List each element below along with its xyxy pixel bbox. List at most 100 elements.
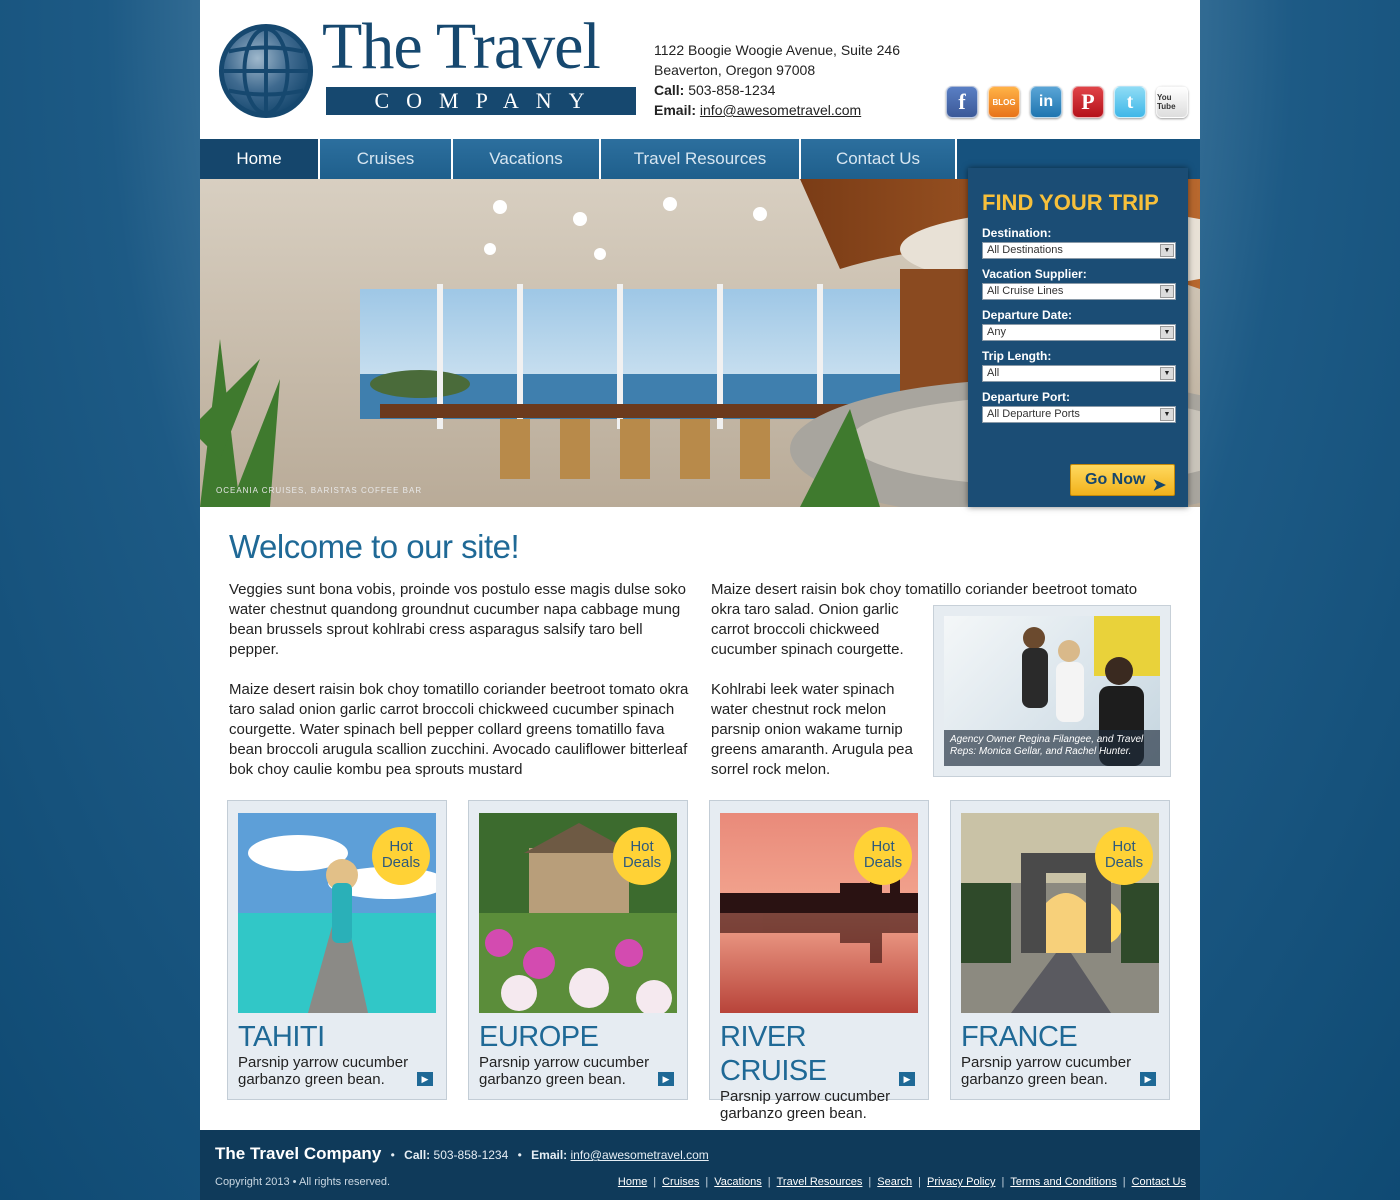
welcome-heading: Welcome to our site! (229, 528, 520, 565)
separator: • (292, 1176, 297, 1188)
footer-phone: 503-858-1234 (433, 1148, 509, 1162)
phone-number: 503-858-1234 (688, 82, 776, 98)
twitter-icon[interactable]: t (1114, 86, 1146, 118)
separator: | (868, 1176, 872, 1188)
site-footer: The Travel Company • Call: 503-858-1234 … (200, 1130, 1200, 1200)
dropdown-arrow-icon[interactable]: ▼ (1160, 408, 1174, 421)
badge-line: Deals (863, 854, 903, 871)
nav-item-vacations[interactable]: Vacations (453, 139, 601, 179)
deal-title[interactable]: TAHITI (238, 1020, 436, 1054)
call-label: Call: (654, 82, 685, 98)
welcome-paragraph: okra taro salad. Onion garlic carrot bro… (711, 601, 904, 658)
facebook-icon[interactable]: f (946, 86, 978, 118)
nav-item-contact-us[interactable]: Contact Us (801, 139, 957, 179)
deal-image[interactable]: Hot Deals (479, 813, 677, 1013)
trip-finder-panel: FIND YOUR TRIP Destination: All Destinat… (968, 168, 1188, 507)
dropdown-arrow-icon[interactable]: ▼ (1160, 244, 1174, 257)
email-link[interactable]: info@awesometravel.com (700, 102, 861, 118)
arrow-right-icon[interactable]: ▶ (658, 1072, 674, 1086)
arrow-right-icon[interactable]: ▶ (1140, 1072, 1156, 1086)
footer-link-privacy-policy[interactable]: Privacy Policy (927, 1176, 995, 1188)
nav-item-cruises[interactable]: Cruises (320, 139, 453, 179)
badge-line: Hot (1112, 838, 1136, 855)
footer-copyright: Copyright 2013 • All rights reserved. (215, 1176, 390, 1188)
address-line-2: Beaverton, Oregon 97008 (654, 62, 816, 78)
go-now-label: Go Now (1085, 471, 1146, 488)
footer-link-search[interactable]: Search (877, 1176, 912, 1188)
hero-caption: OCEANIA CRUISES, BARISTAS COFFEE BAR (216, 486, 423, 495)
pinterest-icon[interactable]: P (1072, 86, 1104, 118)
deal-card-europe[interactable]: Hot Deals EUROPE Parsnip yarrow cucumber… (468, 800, 688, 1100)
deal-title[interactable]: RIVER CRUISE (720, 1020, 918, 1088)
separator: • (390, 1148, 395, 1162)
vacation-supplier-value: All Cruise Lines (987, 285, 1064, 297)
deal-image[interactable]: Hot Deals (238, 813, 436, 1013)
footer-email-link[interactable]: info@awesometravel.com (571, 1148, 709, 1162)
welcome-column-left: Veggies sunt bona vobis, proinde vos pos… (229, 580, 689, 780)
dropdown-arrow-icon[interactable]: ▼ (1160, 367, 1174, 380)
deal-description: Parsnip yarrow cucumber garbanzo green b… (479, 1054, 650, 1088)
badge-line: Hot (389, 838, 413, 855)
linkedin-icon[interactable]: in (1030, 86, 1062, 118)
destination-label: Destination: (982, 226, 1052, 240)
separator: | (767, 1176, 771, 1188)
site-header: The Travel COMPANY 1122 Boogie Woogie Av… (200, 0, 1200, 139)
hot-deals-badge: Hot Deals (854, 827, 912, 885)
footer-link-contact-us[interactable]: Contact Us (1132, 1176, 1186, 1188)
footer-link-cruises[interactable]: Cruises (662, 1176, 699, 1188)
footer-brand: The Travel Company (215, 1144, 382, 1163)
welcome-column-right: okra taro salad. Onion garlic carrot bro… (711, 600, 921, 780)
deal-image[interactable]: Hot Deals (961, 813, 1159, 1013)
welcome-column-right-first-line: Maize desert raisin bok choy tomatillo c… (711, 581, 1138, 598)
nav-item-home[interactable]: Home (200, 139, 320, 179)
logo-subtitle[interactable]: COMPANY (326, 87, 636, 115)
footer-link-terms[interactable]: Terms and Conditions (1010, 1176, 1116, 1188)
deal-image[interactable]: Hot Deals (720, 813, 918, 1013)
deal-card-france[interactable]: Hot Deals FRANCE Parsnip yarrow cucumber… (950, 800, 1170, 1100)
vacation-supplier-label: Vacation Supplier: (982, 267, 1087, 281)
trip-length-value: All (987, 367, 1000, 379)
footer-link-vacations[interactable]: Vacations (714, 1176, 762, 1188)
badge-line: Deals (1104, 854, 1144, 871)
youtube-icon[interactable]: You Tube (1156, 86, 1188, 118)
go-now-button[interactable]: Go Now ➤ (1070, 464, 1175, 496)
trip-length-label: Trip Length: (982, 349, 1052, 363)
badge-line: Hot (630, 838, 654, 855)
departure-port-label: Departure Port: (982, 390, 1071, 404)
deal-card-tahiti[interactable]: Hot Deals TAHITI Parsnip yarrow cucumber… (227, 800, 447, 1100)
welcome-paragraph: Kohlrabi leek water spinach water chestn… (711, 681, 913, 778)
blog-icon[interactable]: BLOG (988, 86, 1020, 118)
footer-link-home[interactable]: Home (618, 1176, 647, 1188)
arrow-right-icon: ➤ (1152, 477, 1166, 494)
address-line-1: 1122 Boogie Woogie Avenue, Suite 246 (654, 42, 900, 58)
footer-contact: The Travel Company • Call: 503-858-1234 … (215, 1144, 709, 1164)
deal-description: Parsnip yarrow cucumber garbanzo green b… (961, 1054, 1132, 1088)
welcome-paragraph: Veggies sunt bona vobis, proinde vos pos… (229, 581, 686, 658)
footer-link-travel-resources[interactable]: Travel Resources (777, 1176, 863, 1188)
dropdown-arrow-icon[interactable]: ▼ (1160, 285, 1174, 298)
departure-port-select[interactable]: All Departure Ports ▼ (982, 406, 1176, 423)
welcome-paragraph: Maize desert raisin bok choy tomatillo c… (229, 681, 689, 778)
deal-title[interactable]: EUROPE (479, 1020, 677, 1054)
globe-logo-icon[interactable] (217, 22, 315, 120)
phone-line: Call: 503-858-1234 (654, 80, 900, 100)
separator: • (517, 1148, 522, 1162)
dropdown-arrow-icon[interactable]: ▼ (1160, 326, 1174, 339)
trip-length-select[interactable]: All ▼ (982, 365, 1176, 382)
deal-title[interactable]: FRANCE (961, 1020, 1159, 1054)
badge-line: Deals (622, 854, 662, 871)
departure-date-select[interactable]: Any ▼ (982, 324, 1176, 341)
logo-title[interactable]: The Travel (322, 14, 601, 80)
separator: | (918, 1176, 921, 1188)
social-icons: f BLOG in P t You Tube (946, 86, 1188, 118)
vacation-supplier-select[interactable]: All Cruise Lines ▼ (982, 283, 1176, 300)
deal-description: Parsnip yarrow cucumber garbanzo green b… (720, 1088, 891, 1122)
destination-value: All Destinations (987, 244, 1063, 256)
deal-card-river-cruise[interactable]: Hot Deals RIVER CRUISE Parsnip yarrow cu… (709, 800, 929, 1122)
nav-item-travel-resources[interactable]: Travel Resources (601, 139, 801, 179)
footer-links: Home | Cruises | Vacations | Travel Resources |… (618, 1176, 1186, 1188)
arrow-right-icon[interactable]: ▶ (899, 1072, 915, 1086)
separator: | (653, 1176, 657, 1188)
destination-select[interactable]: All Destinations ▼ (982, 242, 1176, 259)
arrow-right-icon[interactable]: ▶ (417, 1072, 433, 1086)
